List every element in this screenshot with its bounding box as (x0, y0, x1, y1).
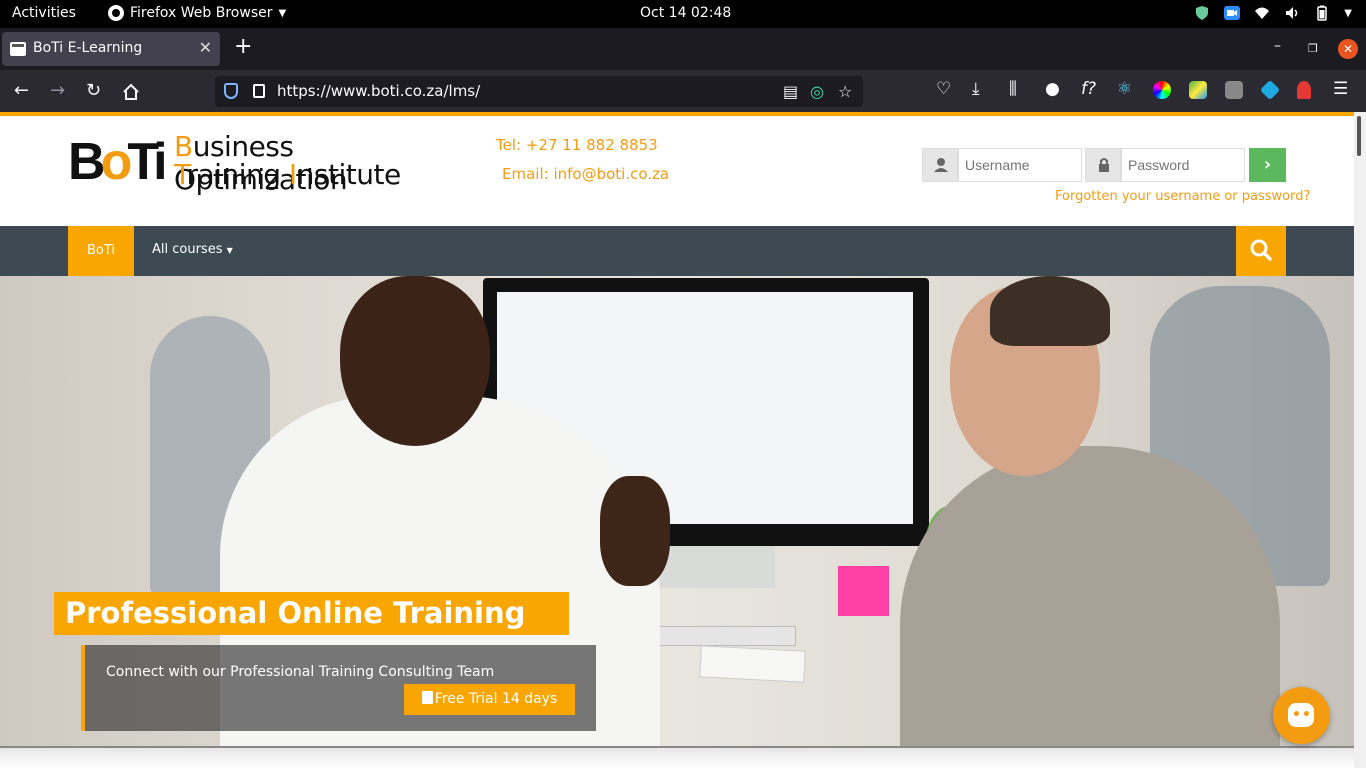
main-navigation: BoTi All courses ▼ (0, 226, 1354, 276)
forgot-password-link[interactable]: Forgotten your username or password? (1055, 189, 1310, 204)
web-page: BoTi Business Optimization Training Inst… (0, 112, 1354, 768)
window-close-button[interactable]: ✕ (1338, 39, 1358, 59)
hero-headline: Professional Online Training (54, 592, 569, 635)
back-button[interactable]: ← (14, 80, 29, 102)
site-logo[interactable]: BoTi Business Optimization Training Inst… (68, 130, 458, 196)
tracking-protection-shield-icon[interactable] (224, 83, 238, 99)
extension-target-icon[interactable]: ◎ (810, 82, 824, 101)
contact-tel: Tel: +27 11 882 8853 (496, 136, 658, 154)
caret-down-icon: ▼ (226, 246, 233, 255)
hero-photo-sticky-note (838, 566, 889, 616)
downloads-icon[interactable]: ⤓ (972, 79, 980, 99)
battery-icon[interactable] (1314, 5, 1330, 21)
chat-dots: ••• (1292, 707, 1322, 723)
hero-banner: Professional Online Training Connect wit… (0, 276, 1354, 746)
free-trial-button[interactable]: Free Trial 14 days (404, 684, 575, 715)
extension-k-icon[interactable] (1225, 81, 1243, 99)
password-input[interactable] (1121, 148, 1245, 182)
nav-item-label: All courses (152, 242, 223, 257)
hero-photo-person-left-hand (600, 476, 670, 586)
maximize-button[interactable]: ❐ (1308, 42, 1318, 55)
new-tab-button[interactable]: + (234, 36, 252, 58)
shield-icon[interactable] (1194, 5, 1210, 21)
favicon-icon (10, 42, 26, 56)
search-icon (1250, 239, 1272, 261)
tab-boti-elearning[interactable]: BoTi E-Learning ✕ (2, 32, 220, 66)
app-menu[interactable]: Firefox Web Browser ▼ (108, 5, 286, 21)
login-submit-button[interactable]: › (1249, 148, 1286, 182)
volume-icon[interactable] (1284, 5, 1300, 21)
wifi-icon[interactable] (1254, 5, 1270, 21)
video-call-icon[interactable] (1224, 5, 1241, 21)
user-icon (922, 148, 958, 182)
lock-icon (1085, 148, 1121, 182)
app-menu-label: Firefox Web Browser (130, 5, 273, 21)
hero-photo-keyboard (640, 626, 796, 646)
chevron-down-icon[interactable]: ▼ (1344, 8, 1352, 19)
logo-line-2: Training Institute (174, 158, 401, 191)
library-icon[interactable]: ⫼ (1009, 79, 1017, 99)
activities-button[interactable]: Activities (12, 5, 76, 21)
free-trial-label: Free Trial 14 days (434, 691, 558, 707)
contact-info: Tel: +27 11 882 8853 Email: info@boti.co… (496, 136, 669, 194)
minimize-button[interactable]: – (1274, 38, 1281, 54)
pocket-icon[interactable]: ♡ (936, 79, 951, 99)
tab-title: BoTi E-Learning (33, 40, 143, 56)
firefox-icon (108, 5, 124, 21)
forward-button[interactable]: → (50, 80, 65, 102)
logo-wordmark: BoTi (68, 133, 168, 191)
clock[interactable]: Oct 14 02:48 (640, 5, 731, 21)
nav-item-home[interactable]: BoTi (68, 226, 134, 276)
chat-widget-button[interactable]: ••• (1273, 687, 1330, 744)
system-top-bar: Activities Firefox Web Browser ▼ Oct 14 … (0, 0, 1366, 28)
nav-item-all-courses[interactable]: All courses ▼ (152, 242, 233, 257)
formula-extension-icon[interactable]: f? (1081, 79, 1096, 99)
scrollbar-thumb[interactable] (1357, 116, 1361, 156)
page-scrollbar[interactable] (1354, 112, 1366, 768)
reload-button[interactable]: ↻ (86, 80, 101, 102)
reader-view-icon[interactable]: ▤ (783, 82, 798, 101)
close-tab-icon[interactable]: ✕ (199, 38, 212, 57)
menu-hamburger-icon[interactable]: ☰ (1333, 79, 1348, 99)
system-tray[interactable]: ▼ (1194, 5, 1352, 21)
address-bar[interactable]: https://www.boti.co.za/lms/ ▤ ◎ ☆ (215, 76, 863, 107)
hero-photo-person-left-head (340, 276, 490, 446)
hero-caption: Connect with our Professional Training C… (81, 645, 596, 731)
hero-photo-notebook (699, 645, 806, 683)
hero-caption-text: Connect with our Professional Training C… (106, 664, 495, 680)
url-text[interactable]: https://www.boti.co.za/lms/ (277, 82, 480, 100)
bookmark-star-icon[interactable]: ☆ (838, 82, 852, 101)
color-picker-icon[interactable] (1153, 81, 1171, 99)
extension-icon[interactable] (1189, 81, 1207, 99)
search-button[interactable] (1236, 226, 1286, 276)
react-devtools-icon[interactable]: ⚛ (1117, 79, 1132, 99)
hero-photo-monitor-stand (655, 546, 775, 588)
login-form: › (922, 148, 1286, 182)
document-icon (421, 691, 433, 704)
contact-email[interactable]: Email: info@boti.co.za (496, 165, 669, 183)
section-shadow (0, 748, 1354, 768)
username-input[interactable] (958, 148, 1082, 182)
home-icon[interactable] (122, 83, 140, 101)
extension-rocket-icon[interactable] (1297, 81, 1311, 99)
hero-photo-person-right-hair (990, 276, 1110, 346)
accent-strip (0, 112, 1354, 116)
tab-bar: BoTi E-Learning ✕ (0, 28, 1366, 70)
account-icon[interactable]: ● (1045, 79, 1060, 99)
lock-icon[interactable] (253, 84, 265, 98)
chevron-down-icon: ▼ (278, 7, 287, 19)
